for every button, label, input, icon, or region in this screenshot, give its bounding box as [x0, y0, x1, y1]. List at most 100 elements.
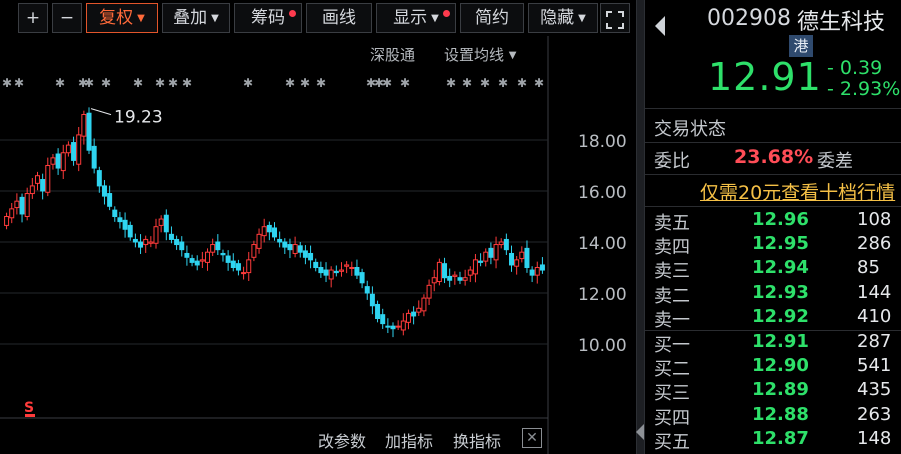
candle-body: [277, 238, 283, 243]
candle-body: [380, 314, 386, 325]
level-price[interactable]: 12.93: [752, 282, 809, 303]
xianshi-label: 显示: [393, 8, 428, 28]
ask-row[interactable]: 卖五 12.96 108: [645, 209, 901, 234]
level-price[interactable]: 12.88: [752, 404, 809, 425]
level-label: 买三: [654, 383, 690, 405]
jianyue-button[interactable]: 简约: [460, 3, 524, 33]
candle-body: [127, 224, 133, 238]
kline-chart[interactable]: 深股通 设置均线 ▼ 18.00 16.00 14.00 12.00 10.00 ✱ ✱ ✱ ✱…: [0, 36, 636, 454]
ask-row[interactable]: 卖二 12.93 144: [645, 281, 901, 307]
candlestick-plot[interactable]: 18.0016.0014.0012.0010.00✱ ✱ ✱ ✱✱ ✱ ✱ ✱ ✱ ✱ ✱ ✱ ✱ ✱ ✱…: [0, 36, 636, 454]
candle-body: [514, 259, 520, 267]
candle-body: [29, 185, 35, 195]
notification-dot-icon: [443, 10, 450, 17]
huaxian-button[interactable]: 画线: [306, 3, 372, 33]
stock-code: 002908: [707, 6, 791, 31]
candle-body: [313, 261, 319, 268]
level-volume: 263: [857, 403, 892, 425]
stock-name[interactable]: 德生科技: [797, 4, 885, 36]
level-label: 买一: [654, 335, 690, 356]
candle-body: [9, 208, 15, 219]
level-volume: 148: [857, 427, 892, 449]
xianshi-dropdown[interactable]: 显示 ▼: [376, 3, 456, 33]
level2-promo-link[interactable]: 仅需20元查看十档行情: [700, 178, 895, 205]
candle-body: [519, 251, 525, 260]
diejia-dropdown[interactable]: 叠加 ▼: [162, 3, 230, 33]
bid-row[interactable]: 买二 12.90 541: [645, 355, 901, 380]
event-marker-icon: ✱: [168, 76, 178, 90]
close-indicator-button[interactable]: ✕: [522, 428, 542, 448]
candle-body: [112, 209, 118, 217]
price-change: - 0.39: [827, 57, 883, 79]
level-price[interactable]: 12.95: [752, 233, 809, 254]
candle-body: [369, 293, 375, 307]
level-price[interactable]: 12.94: [752, 257, 809, 278]
candle-body: [143, 238, 149, 246]
candle-body: [40, 179, 46, 192]
candle-body: [509, 252, 515, 266]
event-marker-icon: ✱: [182, 76, 192, 90]
level-price[interactable]: 12.92: [752, 306, 809, 327]
event-marker-icon: ✱: [2, 76, 12, 90]
candle-body: [50, 157, 56, 165]
level-volume: 144: [857, 281, 892, 303]
bid-row[interactable]: 买一 12.91 287: [645, 331, 901, 356]
level-price[interactable]: 12.91: [752, 331, 809, 352]
bid-row[interactable]: 买四 12.88 263: [645, 403, 901, 429]
ask-row[interactable]: 卖四 12.95 286: [645, 233, 901, 259]
candle-body: [205, 251, 211, 263]
level-volume: 287: [857, 331, 892, 352]
candle-body: [132, 238, 138, 243]
candle-body: [364, 286, 370, 294]
zoom-in-button[interactable]: +: [18, 3, 48, 33]
chouma-button[interactable]: 筹码: [234, 3, 302, 33]
candle-body: [328, 269, 334, 280]
switch-indicator-button[interactable]: 换指标: [453, 428, 501, 452]
level-price[interactable]: 12.96: [752, 209, 809, 230]
level-volume: 435: [857, 379, 892, 401]
high-annotation-label: 19.23: [114, 108, 163, 128]
candle-body: [45, 165, 51, 193]
fullscreen-button[interactable]: [600, 3, 630, 33]
fuquan-dropdown[interactable]: 复权 ▼: [86, 3, 158, 33]
ask-row[interactable]: 卖一 12.92 410: [645, 305, 901, 331]
add-indicator-button[interactable]: 加指标: [385, 428, 433, 452]
event-marker-icon: ✱: [498, 76, 508, 90]
bid-row[interactable]: 买五 12.87 148: [645, 427, 901, 453]
candle-body: [524, 247, 530, 268]
level-label: 卖四: [654, 237, 690, 259]
ask-row[interactable]: 卖三 12.94 85: [645, 257, 901, 282]
candle-body: [34, 175, 40, 184]
candle-body: [338, 269, 344, 272]
collapse-left-small-icon[interactable]: [636, 424, 644, 440]
yincang-dropdown[interactable]: 隐藏 ▼: [528, 3, 598, 33]
candle-body: [215, 241, 221, 251]
candle-body: [194, 260, 200, 266]
price-change-percent: - 2.93%: [827, 78, 901, 100]
level-volume: 410: [857, 305, 892, 327]
candle-body: [349, 267, 355, 269]
candle-body: [421, 297, 427, 312]
candle-body: [395, 325, 401, 328]
panel-divider[interactable]: [636, 0, 645, 454]
level-price[interactable]: 12.89: [752, 379, 809, 400]
dividend-marker-icon: S: [24, 400, 34, 416]
zoom-out-button[interactable]: −: [52, 3, 82, 33]
divider: [645, 108, 901, 109]
candle-body: [184, 252, 190, 258]
level-price[interactable]: 12.87: [752, 428, 809, 449]
candle-body: [457, 277, 463, 281]
chevron-down-icon: ▼: [578, 13, 586, 24]
event-marker-icon: ✱: [55, 76, 65, 90]
level-volume: 541: [857, 355, 892, 377]
candle-body: [416, 307, 422, 313]
level-price[interactable]: 12.90: [752, 355, 809, 376]
event-marker-icon: ✱: [446, 76, 456, 90]
candle-body: [323, 269, 329, 276]
quote-panel: 002908 德生科技 港 12.91 - 0.39 - 2.93% 交易状态 …: [645, 0, 901, 454]
change-params-button[interactable]: 改参数: [318, 428, 366, 452]
candle-body: [225, 255, 231, 263]
candle-body: [71, 142, 77, 161]
bid-row[interactable]: 买三 12.89 435: [645, 379, 901, 405]
candle-body: [24, 193, 30, 218]
